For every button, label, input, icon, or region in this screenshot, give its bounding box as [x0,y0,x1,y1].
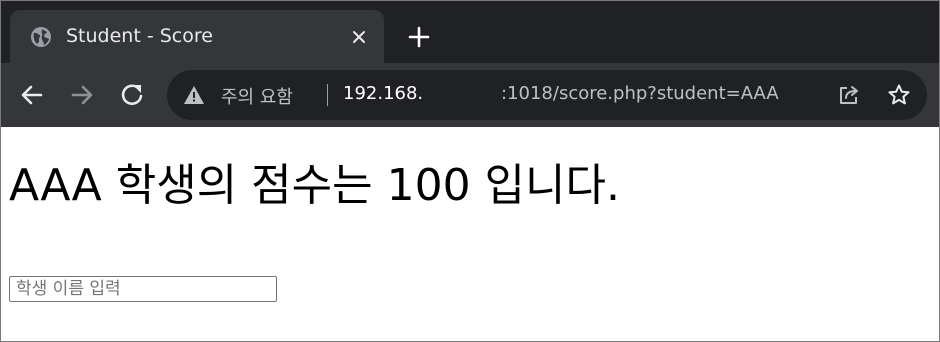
browser-window: Student - Score 주의 요함 192.168.:1018/sco… [0,0,940,342]
score-headline: AAA 학생의 점수는 100 입니다. [9,160,620,211]
url-host: 192.168. [343,83,424,104]
warning-icon[interactable] [183,85,205,105]
close-icon[interactable] [348,26,370,48]
back-arrow-icon[interactable] [18,81,46,109]
plus-icon[interactable] [405,23,433,51]
security-warning-label[interactable]: 주의 요함 [221,83,293,109]
tab-strip: Student - Score [1,1,939,63]
tab-title: Student - Score [66,25,213,47]
browser-toolbar: 주의 요함 192.168. :1018/score.php?student=A… [1,63,939,127]
forward-arrow-icon[interactable] [68,81,96,109]
address-bar[interactable]: 주의 요함 192.168. :1018/score.php?student=A… [167,70,927,120]
page-content: AAA 학생의 점수는 100 입니다. [1,127,939,341]
share-icon[interactable] [837,83,861,107]
tab-student-score[interactable]: Student - Score [10,10,384,63]
star-icon[interactable] [887,83,911,107]
reload-icon[interactable] [118,81,146,109]
divider [327,84,328,106]
globe-icon [31,27,51,47]
url-path: :1018/score.php?student=AAA [501,83,779,104]
student-name-input[interactable] [9,276,277,302]
